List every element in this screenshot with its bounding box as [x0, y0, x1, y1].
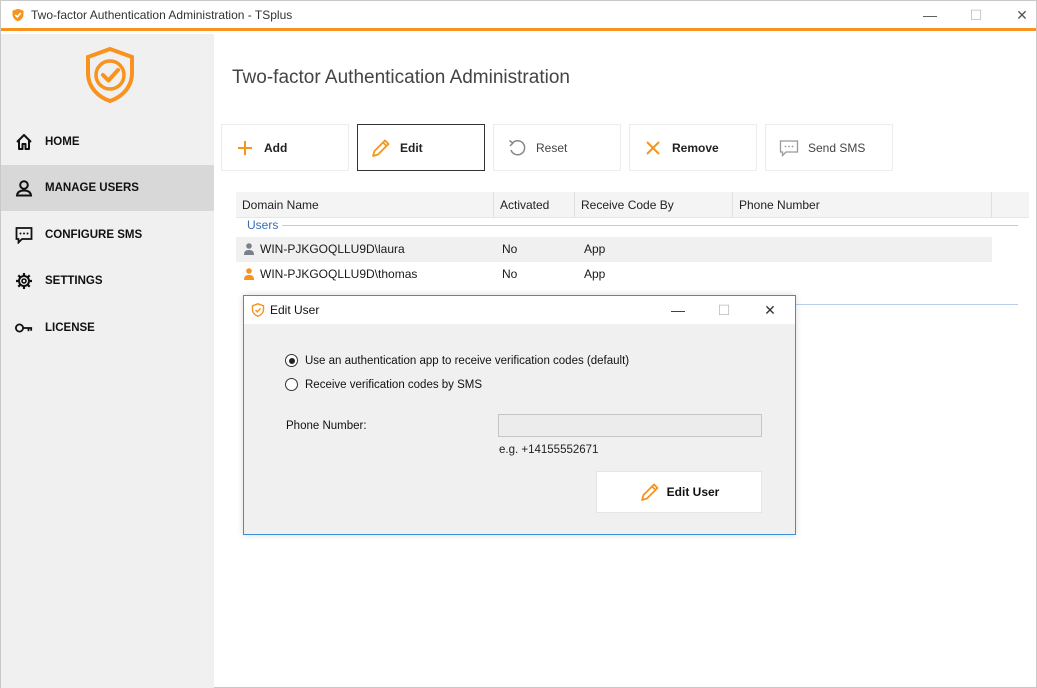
group-header-users: Users: [236, 218, 1029, 236]
sidebar-item-settings[interactable]: SETTINGS: [1, 258, 214, 304]
cell-receive-by: App: [584, 267, 606, 281]
cell-activated: No: [502, 242, 518, 256]
page-title: Two-factor Authentication Administration: [232, 67, 570, 88]
add-label: Add: [264, 140, 288, 155]
dialog-minimize-button[interactable]: —: [658, 298, 698, 322]
radio-label-app: Use an authentication app to receive ver…: [305, 354, 630, 367]
reset-label: Reset: [536, 140, 568, 155]
group-label: Users: [247, 218, 283, 232]
pencil-icon: [640, 483, 659, 501]
grid-header: Domain Name Activated Receive Code By Ph…: [236, 192, 1029, 218]
user-icon: [244, 243, 254, 255]
edit-user-label: Edit User: [666, 485, 720, 499]
column-header-activated[interactable]: Activated: [494, 192, 575, 218]
users-grid: Domain Name Activated Receive Code By Ph…: [236, 192, 1029, 287]
column-header-domain[interactable]: Domain Name: [236, 192, 494, 218]
edit-button[interactable]: Edit: [357, 124, 485, 171]
window-title: Two-factor Authentication Administration…: [31, 8, 293, 22]
sidebar-item-manage-users[interactable]: MANAGE USERS: [1, 165, 214, 211]
column-header-phone-number[interactable]: Phone Number: [733, 192, 992, 218]
table-row[interactable]: WIN-PJKGOQLLU9D\thomas No App: [236, 262, 992, 287]
key-icon: [15, 319, 33, 337]
shield-check-icon: [12, 8, 24, 22]
group-divider: [796, 304, 1018, 305]
minimize-button[interactable]: —: [907, 3, 953, 27]
send-sms-label: Send SMS: [808, 140, 866, 155]
radio-button[interactable]: [285, 378, 298, 391]
message-icon: [778, 137, 800, 159]
close-button[interactable]: ✕: [999, 3, 1037, 27]
user-icon: [15, 179, 33, 197]
home-icon: [15, 133, 33, 151]
radio-button-checked[interactable]: [285, 354, 298, 367]
pencil-icon: [370, 137, 392, 159]
phone-number-label: Phone Number:: [286, 420, 367, 432]
cell-domain: WIN-PJKGOQLLU9D\laura: [260, 242, 405, 256]
sidebar-item-label: LICENSE: [45, 322, 95, 334]
user-icon: [244, 268, 254, 280]
cell-activated: No: [502, 267, 518, 281]
gear-icon: [15, 272, 33, 290]
send-sms-button[interactable]: Send SMS: [765, 124, 893, 171]
shield-check-icon: [251, 303, 265, 317]
sidebar-item-label: SETTINGS: [45, 275, 103, 287]
close-x-icon: [642, 137, 664, 159]
sidebar-item-label: MANAGE USERS: [45, 182, 139, 194]
message-icon: [15, 226, 33, 244]
sidebar: HOME MANAGE USERS CONFIGURE SMS SETTINGS: [1, 34, 214, 688]
add-button[interactable]: Add: [221, 124, 349, 171]
sidebar-item-label: HOME: [45, 136, 80, 148]
phone-number-hint: e.g. +14155552671: [499, 444, 599, 456]
edit-user-dialog: Edit User — ☐ ✕ Use an authentication ap…: [243, 295, 796, 535]
dialog-maximize-button[interactable]: ☐: [704, 298, 744, 322]
radio-label-sms: Receive verification codes by SMS: [305, 378, 483, 391]
edit-user-submit-button[interactable]: Edit User: [596, 471, 762, 513]
sidebar-item-home[interactable]: HOME: [1, 119, 214, 165]
cell-receive-by: App: [584, 242, 606, 256]
column-header-receive-code-by[interactable]: Receive Code By: [575, 192, 733, 218]
reset-button[interactable]: Reset: [493, 124, 621, 171]
plus-icon: [234, 137, 256, 159]
table-row[interactable]: WIN-PJKGOQLLU9D\laura No App: [236, 237, 992, 262]
reset-icon: [506, 137, 528, 159]
radio-option-app[interactable]: Use an authentication app to receive ver…: [285, 354, 629, 367]
cell-domain: WIN-PJKGOQLLU9D\thomas: [260, 267, 418, 281]
dialog-title: Edit User: [270, 303, 320, 317]
edit-label: Edit: [400, 140, 423, 155]
group-divider: [280, 225, 1018, 226]
phone-number-input[interactable]: [498, 414, 762, 437]
app-window: Two-factor Authentication Administration…: [0, 0, 1037, 688]
sidebar-item-license[interactable]: LICENSE: [1, 305, 214, 351]
remove-label: Remove: [672, 140, 719, 155]
dialog-close-button[interactable]: ✕: [750, 298, 790, 322]
sidebar-item-configure-sms[interactable]: CONFIGURE SMS: [1, 212, 214, 258]
radio-option-sms[interactable]: Receive verification codes by SMS: [285, 378, 482, 391]
dialog-title-bar: Edit User — ☐ ✕: [244, 296, 795, 324]
tsplus-shield-logo: [86, 47, 134, 103]
remove-button[interactable]: Remove: [629, 124, 757, 171]
title-bar: Two-factor Authentication Administration…: [1, 1, 1036, 31]
sidebar-item-label: CONFIGURE SMS: [45, 229, 143, 241]
maximize-button[interactable]: ☐: [953, 3, 999, 27]
